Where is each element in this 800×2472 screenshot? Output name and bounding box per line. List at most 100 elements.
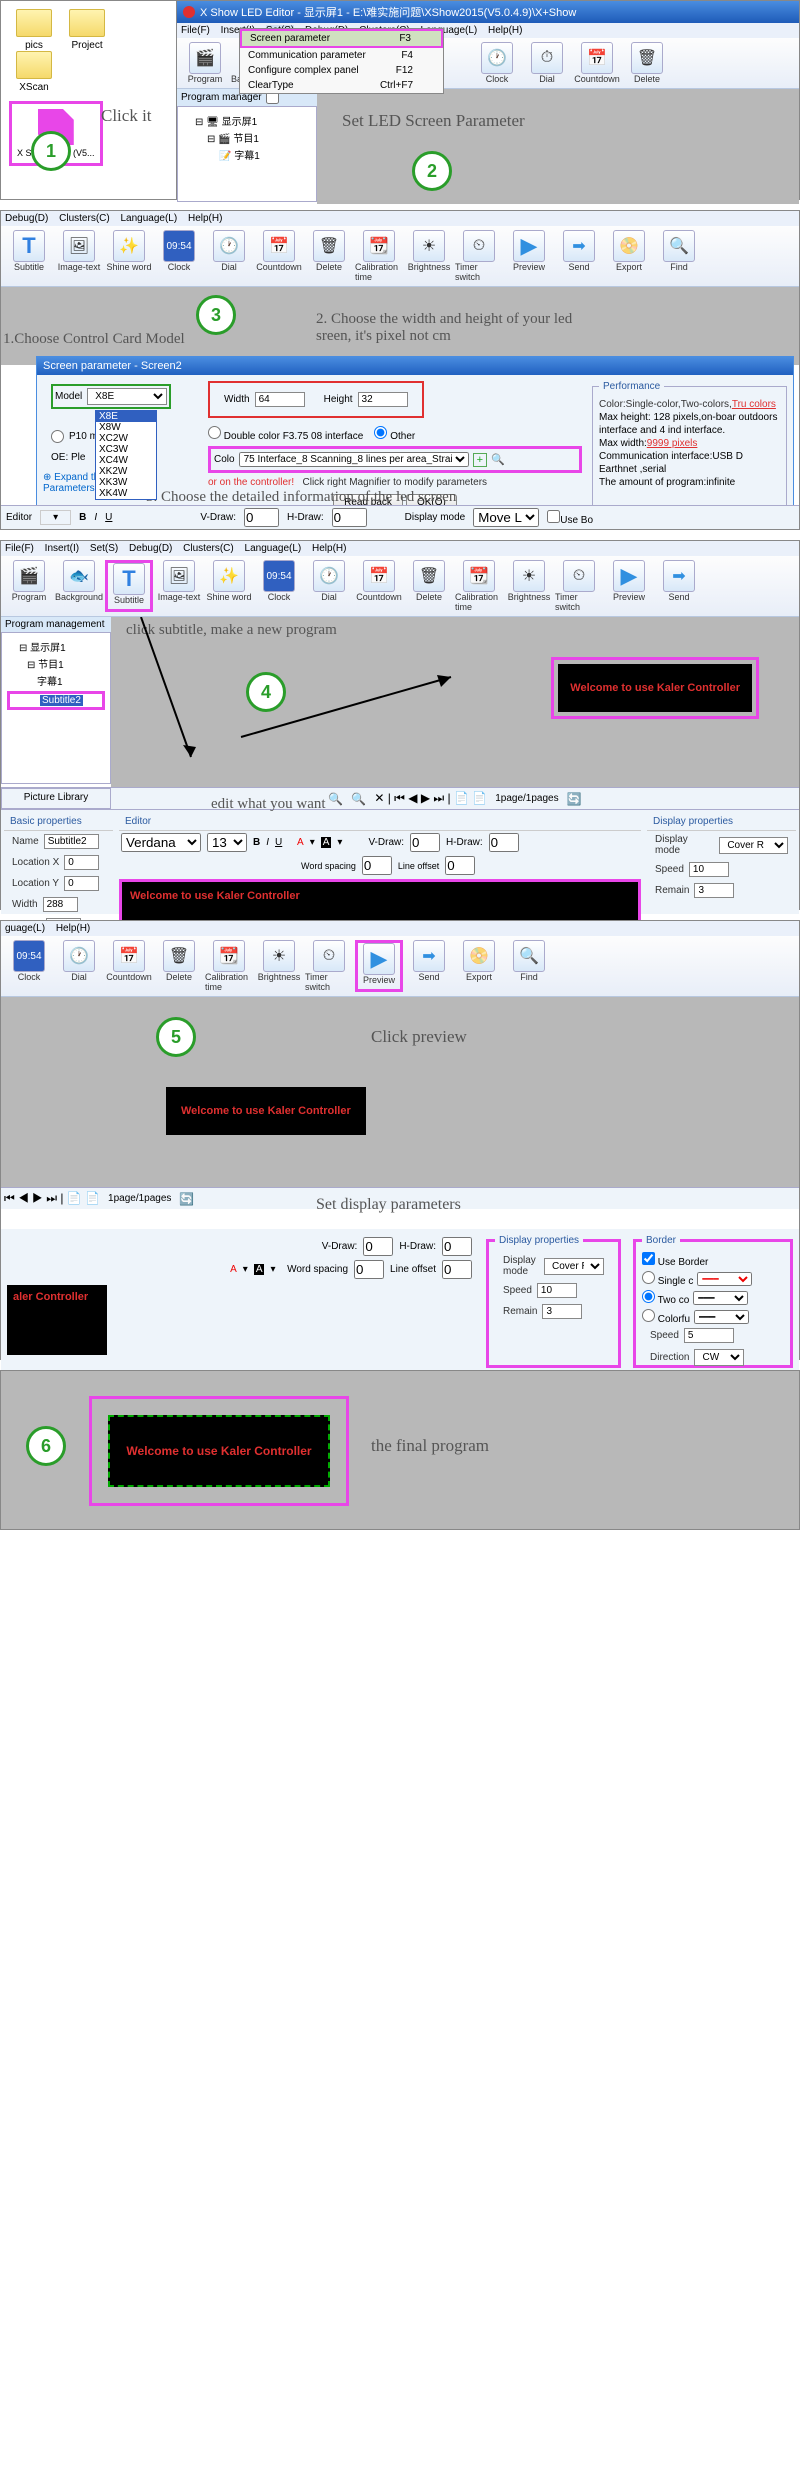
lo-input[interactable] bbox=[445, 856, 475, 875]
tool-clock[interactable]: 🕐Clock bbox=[473, 42, 521, 84]
tool-preview[interactable]: ▶Preview bbox=[605, 560, 653, 612]
lo-input[interactable] bbox=[442, 1260, 472, 1279]
folder-project[interactable]: Project bbox=[62, 9, 112, 51]
model-opt[interactable]: XK2W bbox=[96, 466, 156, 477]
vdraw-input[interactable] bbox=[363, 1237, 393, 1256]
tree-program[interactable]: ⊟ 节目1 bbox=[7, 655, 105, 672]
hdraw-input[interactable] bbox=[489, 833, 519, 852]
tool-brightness[interactable]: ☀Brightness bbox=[405, 230, 453, 282]
tool-find[interactable]: 🔍Find bbox=[505, 940, 553, 992]
tool-dial[interactable]: 🕐Dial bbox=[305, 560, 353, 612]
tool-timer[interactable]: ⏲Timer switch bbox=[455, 230, 503, 282]
menu-clusters[interactable]: Clusters(C) bbox=[183, 543, 234, 554]
tool-dial[interactable]: 🕐Dial bbox=[55, 940, 103, 992]
tree-sub2[interactable]: Subtitle2 bbox=[7, 691, 105, 710]
menu-complex-panel[interactable]: Configure complex panelF12 bbox=[240, 63, 443, 78]
display-mode-select[interactable]: Cover R bbox=[544, 1258, 604, 1275]
tool-program[interactable]: 🎬Program bbox=[181, 42, 229, 84]
editor-textarea[interactable]: aler Controller bbox=[7, 1285, 107, 1355]
model-opt[interactable]: XC2W bbox=[96, 433, 156, 444]
border-speed-input[interactable] bbox=[684, 1328, 734, 1343]
tool-imagetext[interactable]: 🖼Image-text bbox=[55, 230, 103, 282]
menu-file[interactable]: File(F) bbox=[5, 543, 34, 554]
magnifier-icon[interactable]: 🔍 bbox=[491, 453, 505, 466]
use-border-check[interactable]: Use Border bbox=[642, 1252, 784, 1268]
tool-clock[interactable]: 09:54Clock bbox=[255, 560, 303, 612]
tree-screen[interactable]: ⊟ 显示屏1 bbox=[7, 638, 105, 655]
menu-debug[interactable]: Debug(D) bbox=[5, 213, 48, 224]
tool-delete[interactable]: 🗑Delete bbox=[405, 560, 453, 612]
menu-language[interactable]: guage(L) bbox=[5, 923, 45, 934]
model-opt[interactable]: X8W bbox=[96, 422, 156, 433]
hdraw-input[interactable] bbox=[442, 1237, 472, 1256]
model-opt[interactable]: XC3W bbox=[96, 444, 156, 455]
menu-comm-parameter[interactable]: Communication parameterF4 bbox=[240, 48, 443, 63]
tool-countdown[interactable]: 📅Countdown bbox=[105, 940, 153, 992]
border-style-3[interactable]: ━━━ bbox=[694, 1310, 749, 1324]
tool-countdown[interactable]: 📅Countdown bbox=[355, 560, 403, 612]
speed-input[interactable] bbox=[689, 862, 729, 877]
tool-caltime[interactable]: 📆Calibration time bbox=[455, 560, 503, 612]
vdraw-input[interactable] bbox=[244, 508, 279, 527]
tool-clock[interactable]: 09:54Clock bbox=[155, 230, 203, 282]
remain-input[interactable] bbox=[694, 883, 734, 898]
color-interface-select[interactable]: 75 Interface_8 Scanning_8 lines per area… bbox=[239, 452, 469, 467]
add-icon[interactable]: + bbox=[473, 453, 487, 467]
border-style-2[interactable]: ━━━ bbox=[693, 1291, 748, 1305]
border-style-1[interactable]: ━━━ bbox=[697, 1272, 752, 1286]
name-input[interactable] bbox=[44, 834, 99, 849]
tool-export[interactable]: 📀Export bbox=[605, 230, 653, 282]
radio-other[interactable]: Other bbox=[374, 431, 415, 442]
model-opt[interactable]: XC4W bbox=[96, 455, 156, 466]
menu-clusters[interactable]: Clusters(C) bbox=[59, 213, 110, 224]
tool-brightness[interactable]: ☀Brightness bbox=[505, 560, 553, 612]
remain-input[interactable] bbox=[542, 1304, 582, 1319]
tool-timer[interactable]: ⏲Timer switch bbox=[305, 940, 353, 992]
tool-delete[interactable]: 🗑Delete bbox=[305, 230, 353, 282]
zoom-icon[interactable]: 🔍 bbox=[351, 792, 366, 806]
folder-pics[interactable]: pics bbox=[9, 9, 59, 51]
model-opt[interactable]: X8E bbox=[96, 411, 156, 422]
radio-double[interactable]: Double color F3.75 08 interface bbox=[208, 431, 363, 442]
menu-file[interactable]: File(F) bbox=[181, 25, 210, 36]
menu-debug[interactable]: Debug(D) bbox=[129, 543, 172, 554]
tool-delete[interactable]: 🗑Delete bbox=[155, 940, 203, 992]
tree-screen[interactable]: ⊟ 🖥 显示屏1 bbox=[183, 112, 311, 129]
tool-caltime[interactable]: 📆Calibration time bbox=[205, 940, 253, 992]
ws-input[interactable] bbox=[354, 1260, 384, 1279]
menu-language[interactable]: Language(L) bbox=[245, 543, 302, 554]
model-opt[interactable]: XK4W bbox=[96, 488, 156, 499]
menu-language[interactable]: Language(L) bbox=[120, 213, 177, 224]
tool-countdown[interactable]: 📅Countdown bbox=[573, 42, 621, 84]
tool-dial[interactable]: 🕐Dial bbox=[205, 230, 253, 282]
tool-send[interactable]: ➡Send bbox=[655, 560, 703, 612]
display-mode-select[interactable]: Move L bbox=[473, 508, 539, 527]
width-input[interactable] bbox=[255, 392, 305, 407]
menu-help[interactable]: Help(H) bbox=[488, 25, 522, 36]
tool-brightness[interactable]: ☀Brightness bbox=[255, 940, 303, 992]
menu-help[interactable]: Help(H) bbox=[312, 543, 346, 554]
menu-screen-parameter[interactable]: Screen parameterF3 bbox=[240, 29, 443, 48]
tool-caltime[interactable]: 📆Calibration time bbox=[355, 230, 403, 282]
radio-single[interactable]: Single c bbox=[642, 1271, 693, 1287]
direction-select[interactable]: CW bbox=[694, 1349, 744, 1366]
model-select[interactable]: X8E bbox=[87, 388, 167, 405]
picture-library[interactable]: Picture Library bbox=[1, 788, 111, 809]
tool-timer[interactable]: ⏲Timer switch bbox=[555, 560, 603, 612]
tool-preview[interactable]: ▶Preview bbox=[505, 230, 553, 282]
tool-find[interactable]: 🔍Find bbox=[655, 230, 703, 282]
font-select[interactable]: Verdana bbox=[121, 833, 201, 852]
tree-program[interactable]: ⊟ 🎬 节目1 bbox=[183, 129, 311, 146]
locy-input[interactable] bbox=[64, 876, 99, 891]
tree-sub1[interactable]: 字幕1 bbox=[7, 672, 105, 689]
useb-check[interactable] bbox=[547, 510, 560, 523]
p10-radio[interactable] bbox=[51, 430, 64, 443]
height-input[interactable] bbox=[358, 392, 408, 407]
tool-subtitle[interactable]: TSubtitle bbox=[5, 230, 53, 282]
tool-export[interactable]: 📀Export bbox=[455, 940, 503, 992]
locx-input[interactable] bbox=[64, 855, 99, 870]
tool-program[interactable]: 🎬Program bbox=[5, 560, 53, 612]
tool-clock[interactable]: 09:54Clock bbox=[5, 940, 53, 992]
menu-set[interactable]: Set(S) bbox=[90, 543, 118, 554]
menu-cleartype[interactable]: ClearTypeCtrl+F7 bbox=[240, 78, 443, 93]
